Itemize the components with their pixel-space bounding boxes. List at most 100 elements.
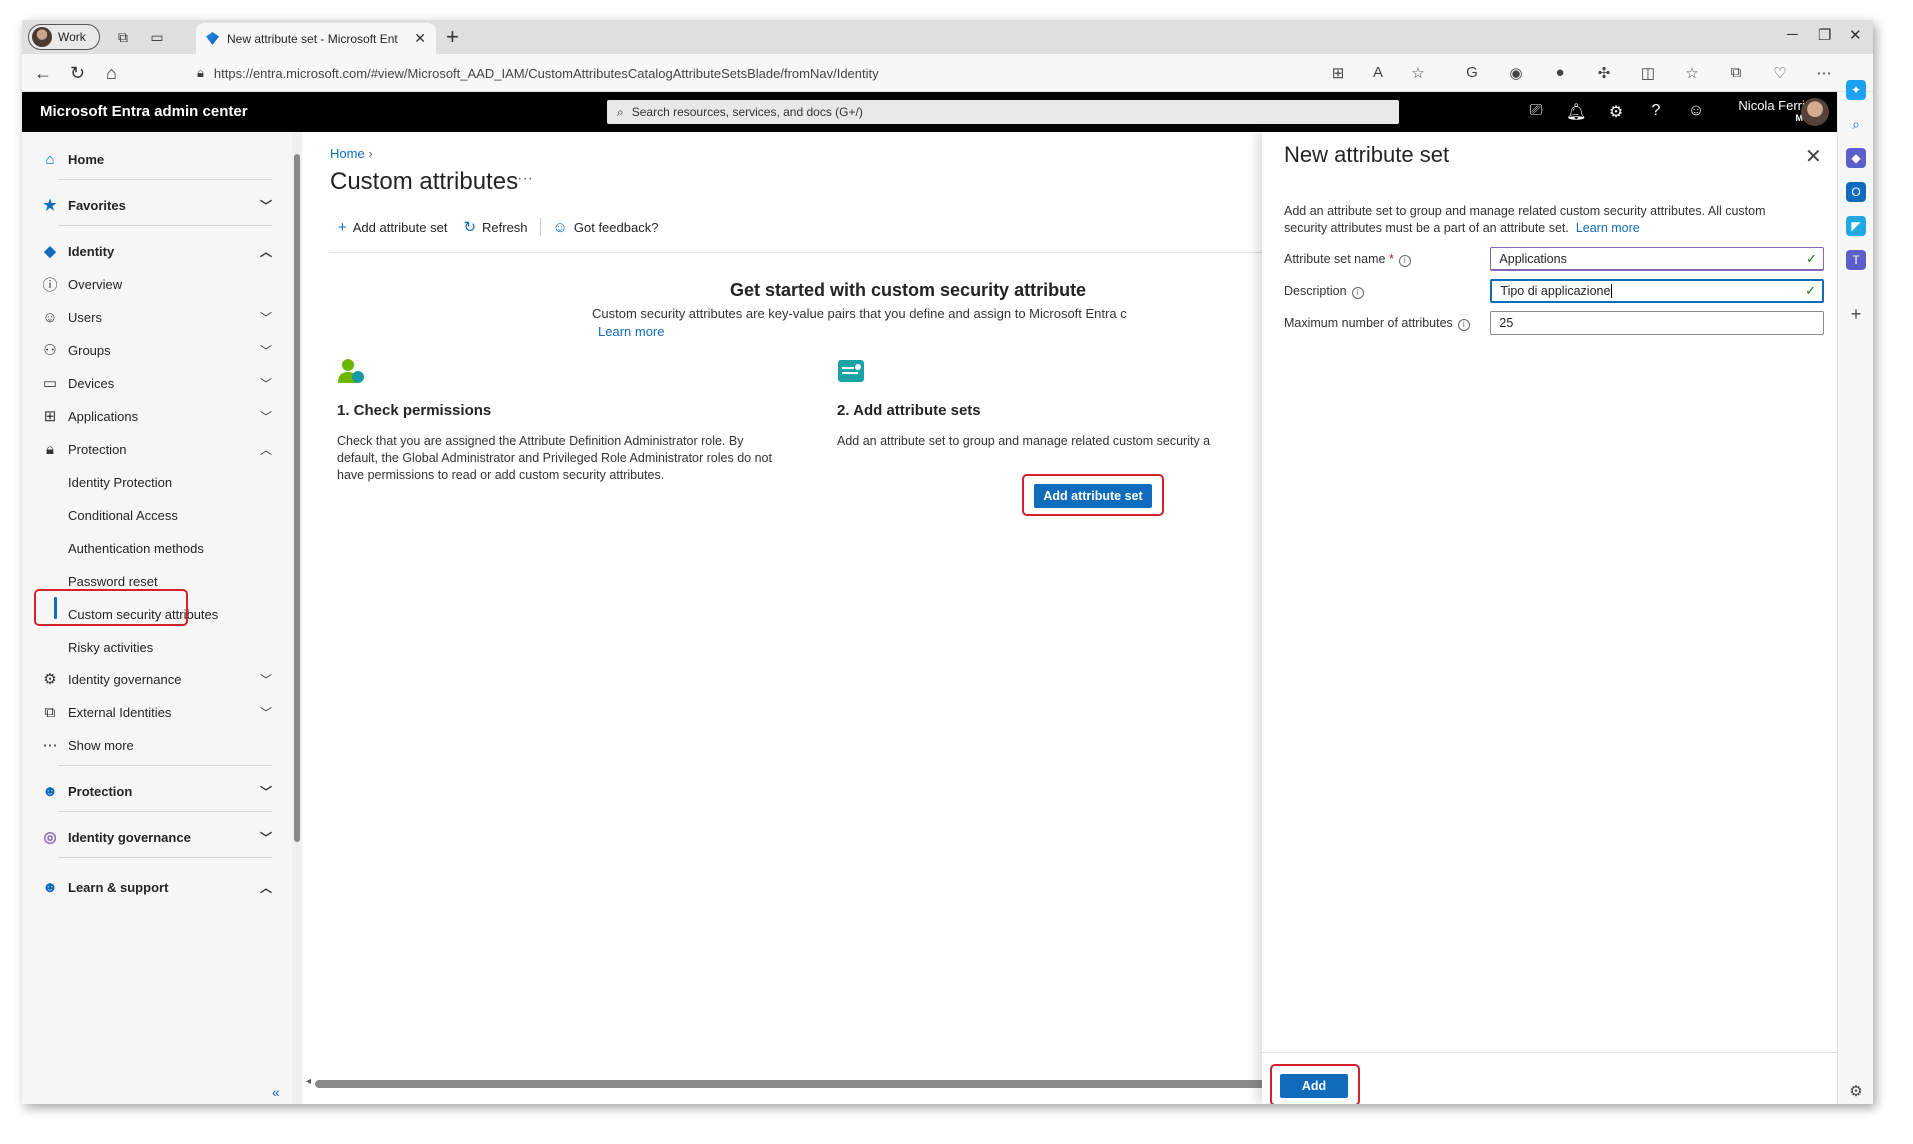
home-icon[interactable]: ⌂ (106, 63, 117, 83)
extensions-icon[interactable]: ✣ (1594, 64, 1614, 82)
add-sidebar-icon[interactable]: + (1846, 304, 1866, 324)
nav-label: Conditional Access (68, 507, 178, 523)
attribute-set-name-field[interactable]: Applications ✓ (1490, 247, 1824, 271)
sidebar-settings-icon[interactable]: ⚙ (1846, 1082, 1866, 1102)
apps-grid-icon: ⊞ (43, 408, 57, 425)
chevron-down-icon: ﹀ (259, 310, 272, 325)
copilot-hdr-icon[interactable]: ⎚ (1526, 102, 1546, 120)
nav-identity-protection[interactable]: Identity Protection (32, 467, 272, 497)
max-attributes-field[interactable]: 25 (1490, 311, 1824, 335)
nav-protection[interactable]: 🔒︎ Protection ︿ (32, 434, 272, 464)
nav-authentication-methods[interactable]: Authentication methods (32, 533, 272, 563)
profile-button[interactable]: Work (28, 24, 100, 50)
nav-users[interactable]: ☺ Users ﹀ (32, 302, 272, 332)
collections-icon[interactable]: ⧉ (1726, 64, 1746, 81)
nav-identity-governance[interactable]: ⚙ Identity governance ﹀ (32, 664, 272, 694)
avatar[interactable] (1801, 98, 1829, 126)
nav-risky-activities[interactable]: Risky activities (32, 632, 272, 662)
blade-description-text: Add an attribute set to group and manage… (1284, 204, 1766, 235)
close-window-icon[interactable]: ✕ (1849, 26, 1862, 44)
scroll-left-icon[interactable]: ◂ (306, 1076, 311, 1087)
brand-title[interactable]: Microsoft Entra admin center (40, 103, 248, 120)
nav-label: Show more (68, 737, 134, 753)
info-icon[interactable]: i (1398, 254, 1411, 267)
chevron-down-icon: ﹀ (259, 409, 272, 424)
nav-label: Applications (68, 408, 139, 424)
back-icon[interactable]: ← (34, 63, 52, 83)
nav-identity[interactable]: ◆ Identity ︿ (32, 236, 272, 266)
more-icon[interactable]: ⋯ (1814, 64, 1834, 82)
new-tab-icon[interactable]: + (446, 24, 459, 50)
split-screen-icon[interactable]: ◫ (1638, 64, 1658, 82)
nav-learn-support[interactable]: ☻ Learn & support ︿ (32, 872, 272, 902)
description-field[interactable]: Tipo di applicazione ✓ (1490, 279, 1824, 303)
notifications-icon[interactable]: 🔔︎ (1566, 102, 1586, 122)
get-started-title: Get started with custom security attribu… (730, 280, 1087, 300)
info-icon[interactable]: i (1457, 318, 1470, 331)
nav-scrollbar-thumb[interactable] (294, 154, 300, 842)
tab-active[interactable]: New attribute set - Microsoft Ent ✕ (196, 23, 436, 54)
field-value: 25 (1499, 316, 1514, 330)
url-text: https://entra.microsoft.com/#view/Micros… (213, 65, 879, 81)
nav-show-more[interactable]: ⋯ Show more (32, 730, 272, 760)
governance-section-icon: ◎ (43, 829, 57, 846)
lock-icon: 🔒︎ (46, 440, 54, 458)
chevron-down-icon: ﹀ (259, 784, 272, 799)
tab-strip: Work ⧉ ▭ New attribute set - Microsoft E… (22, 20, 1873, 54)
blade-title: New attribute set (1284, 142, 1450, 167)
collapse-nav-icon[interactable]: « (272, 1084, 280, 1100)
nav-devices[interactable]: ▭ Devices ﹀ (32, 368, 272, 398)
extension-circle-icon[interactable]: ● (1550, 64, 1570, 81)
close-icon[interactable]: ✕ (1805, 144, 1822, 169)
help-icon[interactable]: ? (1646, 102, 1666, 120)
feedback-icon[interactable]: ☺ (1686, 102, 1706, 120)
nav-external-identities[interactable]: ⧉ External Identities ﹀ (32, 697, 272, 727)
tab-title: New attribute set - Microsoft Ent (227, 31, 398, 46)
search-sidebar-icon[interactable]: ⌕ (1846, 114, 1866, 134)
nav-groups[interactable]: ⚇ Groups ﹀ (32, 335, 272, 365)
nav-conditional-access[interactable]: Conditional Access (32, 500, 272, 530)
description-row: Description i Tipo di applicazione ✓ (1284, 278, 1824, 304)
nav-home[interactable]: ⌂ Home (32, 144, 272, 174)
nav-identity-governance-section[interactable]: ◎ Identity governance ﹀ (32, 822, 272, 852)
favorites-icon[interactable]: ☆ (1682, 64, 1702, 82)
browser-essentials-icon[interactable]: ♡ (1770, 64, 1790, 82)
nav-protection-section[interactable]: ☻ Protection ﹀ (32, 776, 272, 806)
drop-icon[interactable]: ◤ (1846, 216, 1866, 236)
minimize-icon[interactable]: ─ (1787, 26, 1798, 43)
entra-favicon-icon (206, 32, 219, 45)
favorite-star-icon[interactable]: ☆ (1408, 64, 1428, 82)
nav-label: Learn & support (68, 879, 169, 895)
outlook-icon[interactable]: O (1846, 182, 1866, 202)
info-icon: ⓘ (42, 276, 58, 294)
blade-learn-more-link[interactable]: Learn more (1576, 221, 1640, 235)
nav-overview[interactable]: ⓘ Overview (32, 269, 272, 299)
restore-icon[interactable]: ❐ (1818, 26, 1831, 44)
settings-gear-icon[interactable]: ⚙ (1606, 102, 1626, 122)
devices-icon: ▭ (42, 375, 58, 392)
extension-g-icon[interactable]: G (1462, 64, 1482, 81)
close-tab-icon[interactable]: ✕ (414, 30, 426, 47)
workspaces-icon[interactable]: ⧉ (114, 28, 132, 46)
m365-icon[interactable]: ◆ (1846, 148, 1866, 168)
attribute-card-icon (838, 360, 864, 382)
teams-icon[interactable]: T (1846, 250, 1866, 270)
horizontal-scrollbar-thumb[interactable] (315, 1080, 1270, 1088)
reload-icon[interactable]: ↻ (70, 63, 85, 83)
learn-more-link[interactable]: Learn more (598, 324, 664, 339)
browser-window: Work ⧉ ▭ New attribute set - Microsoft E… (22, 20, 1873, 1104)
nav-favorites[interactable]: ★ Favorites ﹀ (32, 190, 272, 220)
divider (58, 811, 272, 812)
search-input[interactable]: ⌕ Search resources, services, and docs (… (607, 100, 1399, 124)
identity-diamond-icon: ◆ (44, 243, 56, 260)
url-field[interactable]: 🔒︎ https://entra.microsoft.com/#view/Mic… (187, 59, 1487, 87)
nav-applications[interactable]: ⊞ Applications ﹀ (32, 401, 272, 431)
read-aloud-icon[interactable]: A (1368, 64, 1388, 81)
divider (58, 225, 272, 226)
info-icon[interactable]: i (1351, 286, 1364, 299)
account-menu[interactable]: Nicola Ferrini MVP (1705, 98, 1815, 123)
extension-shield-icon[interactable]: ◉ (1506, 64, 1526, 82)
copilot-icon[interactable]: ✦ (1846, 80, 1866, 100)
app-available-icon[interactable]: ⊞ (1328, 64, 1348, 82)
vertical-tabs-icon[interactable]: ▭ (148, 28, 166, 46)
